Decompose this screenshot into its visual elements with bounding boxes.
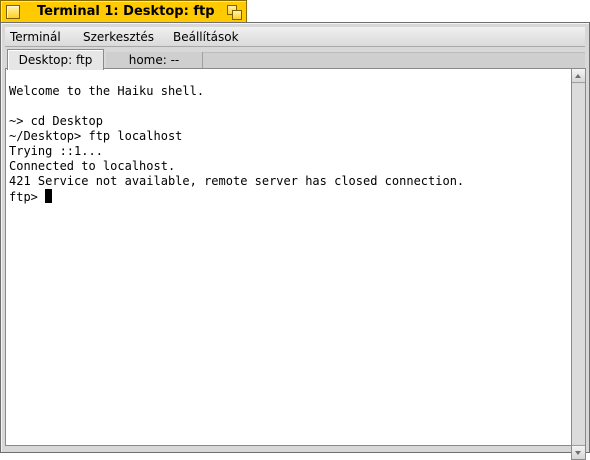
terminal-prompt: ftp>	[9, 190, 46, 204]
terminal-line: 421 Service not available, remote server…	[9, 174, 465, 188]
arrow-down-icon[interactable]	[572, 445, 585, 459]
window-title-tab[interactable]: Terminal 1: Desktop: ftp	[0, 0, 247, 23]
arrow-up-icon[interactable]	[572, 69, 585, 83]
terminal-line: Trying ::1...	[9, 144, 103, 158]
terminal-line: Welcome to the Haiku shell.	[9, 84, 205, 98]
terminal-line: Connected to localhost.	[9, 159, 176, 173]
tab-desktop-ftp[interactable]: Desktop: ftp	[7, 49, 104, 70]
tab-home[interactable]: home: --	[106, 52, 203, 69]
scrollbar-track[interactable]	[572, 84, 585, 444]
terminal-line: ~/Desktop> ftp localhost	[9, 129, 183, 143]
vertical-scrollbar[interactable]	[571, 68, 586, 460]
terminal-window: Terminál Szerkesztés Beállítások home: -…	[0, 22, 590, 460]
close-icon[interactable]	[6, 5, 20, 19]
tab-bar-empty	[203, 52, 585, 69]
menu-bar: Terminál Szerkesztés Beállítások	[5, 27, 585, 47]
text-cursor	[45, 189, 53, 203]
terminal-output[interactable]: Welcome to the Haiku shell. ~> cd Deskto…	[5, 68, 571, 446]
terminal-prompt-line: ftp>	[9, 189, 571, 204]
window-title: Terminal 1: Desktop: ftp	[37, 4, 215, 19]
tab-bar: home: -- Desktop: ftp	[5, 49, 585, 70]
menu-terminal[interactable]: Terminál	[10, 30, 61, 44]
menu-settings[interactable]: Beállítások	[173, 30, 239, 44]
menu-edit[interactable]: Szerkesztés	[83, 30, 154, 44]
terminal-line: ~> cd Desktop	[9, 114, 103, 128]
zoom-icon[interactable]	[227, 5, 242, 20]
